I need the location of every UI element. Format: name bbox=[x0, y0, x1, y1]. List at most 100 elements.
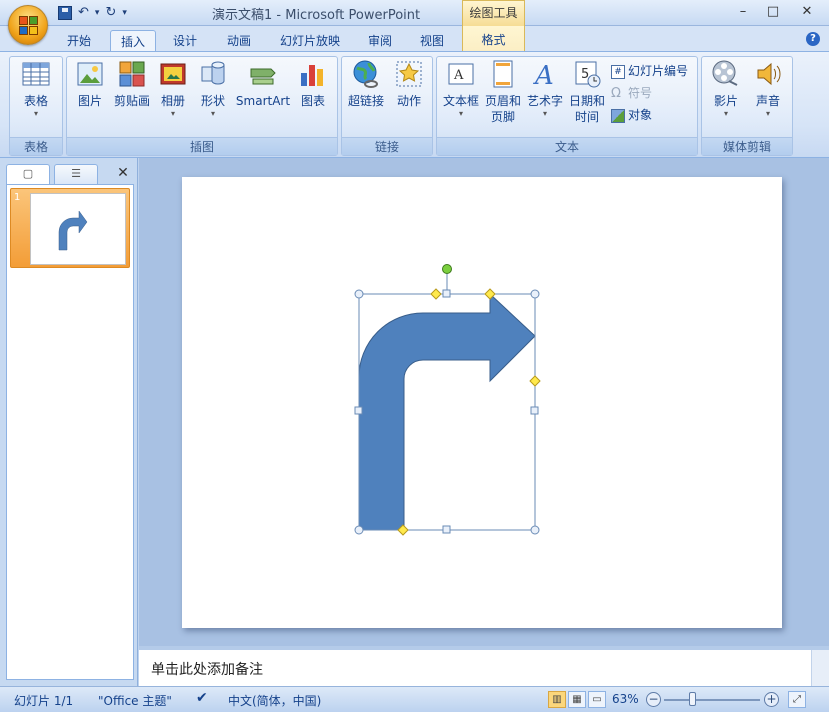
movie-button[interactable]: 影片 ▾ bbox=[704, 59, 748, 119]
resize-handle-bottom-right[interactable] bbox=[530, 525, 540, 535]
slide-number-button[interactable]: # 幻灯片编号 bbox=[611, 61, 688, 81]
object-icon bbox=[611, 108, 625, 123]
tab-home[interactable]: 开始 bbox=[58, 30, 100, 52]
movie-label: 影片 bbox=[713, 94, 738, 108]
thumbnail-bent-arrow bbox=[58, 210, 88, 251]
textbox-button[interactable]: A 文本框 ▾ bbox=[441, 59, 481, 119]
chart-button[interactable]: 图表 bbox=[295, 59, 331, 109]
customize-qat-icon[interactable]: ▾ bbox=[122, 4, 127, 22]
tab-design[interactable]: 设计 bbox=[163, 30, 207, 52]
action-star-icon bbox=[396, 61, 422, 87]
group-label-table: 表格 bbox=[10, 137, 62, 155]
zoom-in-button[interactable]: + bbox=[764, 692, 779, 707]
redo-icon[interactable]: ↻ bbox=[105, 4, 116, 22]
slideshow-view-button[interactable]: ▭ bbox=[588, 691, 606, 708]
action-button[interactable]: 动作 bbox=[390, 59, 428, 109]
chevron-down-icon: ▾ bbox=[170, 109, 175, 118]
table-button[interactable]: 表格 ▾ bbox=[16, 59, 56, 119]
status-bar: 幻灯片 1/1 "Office 主题" ✔ 中文(简体，中国) ▥ ▦ ▭ 63… bbox=[0, 686, 829, 712]
chart-label: 图表 bbox=[300, 94, 325, 108]
tab-review[interactable]: 审阅 bbox=[358, 30, 402, 52]
tab-format[interactable]: 格式 bbox=[462, 26, 525, 52]
undo-dropdown-icon[interactable]: ▾ bbox=[95, 4, 100, 22]
symbol-button[interactable]: Ω 符号 bbox=[611, 83, 652, 103]
omega-icon: Ω bbox=[611, 85, 621, 101]
photo-album-button[interactable]: 相册 ▾ bbox=[155, 59, 191, 119]
resize-handle-top[interactable] bbox=[442, 289, 451, 298]
zoom-out-button[interactable]: − bbox=[646, 692, 661, 707]
notes-scrollbar[interactable] bbox=[811, 650, 829, 686]
normal-view-button[interactable]: ▥ bbox=[548, 691, 566, 708]
smartart-icon bbox=[250, 68, 276, 85]
office-logo-icon bbox=[19, 16, 39, 36]
chart-icon bbox=[301, 65, 323, 86]
textbox-icon: A bbox=[448, 63, 474, 85]
rotate-handle[interactable] bbox=[442, 264, 452, 274]
group-table: 表格 ▾ 表格 bbox=[9, 56, 63, 156]
drawing-tools-title: 绘图工具 bbox=[462, 0, 525, 26]
tab-outline-icon[interactable]: ☰ bbox=[54, 164, 98, 184]
fit-to-window-button[interactable]: ⤢ bbox=[788, 691, 806, 708]
header-footer-label-line2: 页脚 bbox=[490, 110, 515, 124]
tab-animation[interactable]: 动画 bbox=[217, 30, 261, 52]
maximize-button[interactable]: □ bbox=[758, 2, 788, 22]
save-icon[interactable] bbox=[58, 6, 72, 20]
bent-arrow-shape[interactable] bbox=[358, 292, 536, 531]
date-time-button[interactable]: 5 日期和 时间 bbox=[567, 59, 607, 125]
smartart-button[interactable]: SmartArt bbox=[235, 59, 291, 109]
adjust-handle-3[interactable] bbox=[529, 375, 541, 387]
shapes-button[interactable]: 形状 ▾ bbox=[195, 59, 231, 119]
group-label-media: 媒体剪辑 bbox=[702, 137, 792, 155]
resize-handle-left[interactable] bbox=[354, 406, 363, 415]
picture-button[interactable]: 图片 bbox=[71, 59, 109, 109]
adjust-handle-1[interactable] bbox=[430, 288, 442, 300]
group-media: 影片 ▾ 声音 ▾ 媒体剪辑 bbox=[701, 56, 793, 156]
clipart-button[interactable]: 剪贴画 bbox=[109, 59, 155, 109]
date-time-label-line1: 日期和 bbox=[568, 94, 605, 108]
editing-area bbox=[139, 158, 829, 646]
undo-icon[interactable]: ↶ bbox=[78, 4, 89, 22]
slide-canvas[interactable] bbox=[182, 177, 782, 628]
hyperlink-globe-icon bbox=[353, 60, 378, 88]
zoom-slider-track[interactable] bbox=[664, 699, 760, 701]
wordart-button[interactable]: A 艺术字 ▾ bbox=[525, 59, 565, 119]
window-title: 演示文稿1 - Microsoft PowerPoint bbox=[212, 8, 421, 23]
clipart-label: 剪贴画 bbox=[113, 94, 150, 108]
ribbon: 表格 ▾ 表格 图片 剪贴画 相册 ▾ 形状 ▾ SmartArt 图表 插图 … bbox=[0, 51, 829, 158]
resize-handle-bottom-left[interactable] bbox=[354, 525, 364, 535]
group-label-illustrations: 插图 bbox=[67, 137, 337, 155]
help-icon[interactable]: ? bbox=[806, 32, 820, 46]
zoom-level[interactable]: 63% bbox=[612, 692, 639, 706]
tab-insert[interactable]: 插入 bbox=[110, 30, 156, 52]
sound-button[interactable]: 声音 ▾ bbox=[748, 59, 788, 119]
language-indicator: 中文(简体，中国) bbox=[228, 694, 322, 708]
slide-thumbnail-selected[interactable]: 1 bbox=[10, 188, 130, 268]
wordart-label: 艺术字 bbox=[526, 94, 563, 108]
office-button[interactable] bbox=[8, 5, 48, 45]
tab-slideshow[interactable]: 幻灯片放映 bbox=[270, 30, 350, 52]
slide-thumbnail[interactable] bbox=[30, 193, 126, 265]
tab-slides-icon[interactable]: ▢ bbox=[6, 164, 50, 184]
photo-album-label: 相册 bbox=[160, 94, 185, 108]
resize-handle-bottom[interactable] bbox=[442, 525, 451, 534]
close-button[interactable]: ✕ bbox=[792, 2, 822, 22]
resize-handle-right[interactable] bbox=[530, 406, 539, 415]
notes-placeholder[interactable]: 单击此处添加备注 bbox=[151, 659, 263, 679]
resize-handle-top-left[interactable] bbox=[354, 289, 364, 299]
slide-sorter-view-button[interactable]: ▦ bbox=[568, 691, 586, 708]
tab-view[interactable]: 视图 bbox=[410, 30, 454, 52]
minimize-button[interactable]: – bbox=[728, 2, 758, 22]
picture-icon bbox=[77, 62, 103, 86]
slide-thumbnails: 1 bbox=[6, 184, 134, 680]
object-label: 对象 bbox=[628, 108, 653, 122]
theme-name: "Office 主题" bbox=[98, 694, 172, 708]
close-pane-icon[interactable]: ✕ bbox=[114, 164, 132, 182]
object-button[interactable]: 对象 bbox=[611, 105, 652, 125]
spellcheck-icon[interactable]: ✔ bbox=[196, 690, 208, 706]
header-footer-button[interactable]: 页眉和 页脚 bbox=[483, 59, 523, 125]
hyperlink-button[interactable]: 超链接 bbox=[344, 59, 388, 109]
resize-handle-top-right[interactable] bbox=[530, 289, 540, 299]
notes-pane[interactable]: 单击此处添加备注 bbox=[139, 646, 829, 686]
chevron-down-icon: ▾ bbox=[723, 109, 728, 118]
zoom-slider-thumb[interactable] bbox=[689, 692, 696, 706]
